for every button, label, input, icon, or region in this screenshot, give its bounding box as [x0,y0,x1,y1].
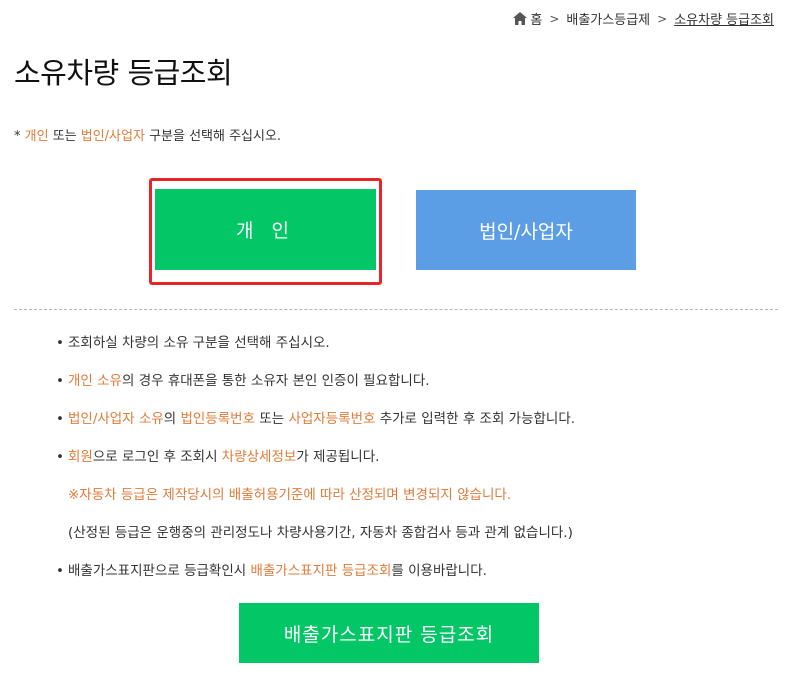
notes-list: • 조회하실 차량의 소유 구분을 선택해 주십시오. • 개인 소유의 경우 … [56,333,796,599]
home-icon [513,12,528,25]
bullet: • [56,449,64,465]
note-text: 조회하실 차량의 소유 구분을 선택해 주십시오. [68,335,330,351]
note-text: 으로 로그인 후 조회시 [92,449,222,465]
instruction-suffix: 구분을 선택해 주십시오. [144,129,282,144]
bullet: • [56,373,64,389]
note-highlight: 사업자등록번호 [288,411,376,427]
instruction-text: * 개인 또는 법인/사업자 구분을 선택해 주십시오. [14,125,281,144]
list-item: • 배출가스표지판으로 등급확인시 배출가스표지판 등급조회를 이용바랍니다. [56,561,796,599]
instruction-personal: 개인 [24,129,49,144]
list-item: • 회원으로 로그인 후 조회시 차량상세정보가 제공됩니다. [56,447,796,485]
note-subtext: (산정된 등급은 운행중의 관리정도나 차량사용기간, 자동차 종합검사 등과 … [68,525,573,541]
personal-button[interactable]: 개 인 [155,189,376,270]
note-text: 의 [163,411,181,427]
emission-sign-lookup-button[interactable]: 배출가스표지판 등급조회 [239,603,539,663]
list-item: • 조회하실 차량의 소유 구분을 선택해 주십시오. [56,333,796,371]
note-highlight: 법인등록번호 [180,411,256,427]
note-highlight: 회원 [68,449,93,465]
note-highlight: 개인 소유 [68,373,122,389]
corporate-button[interactable]: 법인/사업자 [416,190,636,270]
bullet: • [56,563,64,579]
instruction-corporate: 법인/사업자 [80,129,145,144]
divider [14,309,778,310]
note-text: 추가로 입력한 후 조회 가능합니다. [375,411,576,427]
note-highlight: 법인/사업자 소유 [68,411,164,427]
breadcrumb-separator: > [549,11,560,26]
breadcrumb-current[interactable]: 소유차량 등급조회 [674,9,774,28]
note-text: 의 경우 휴대폰을 통한 소유자 본인 인증이 필요합니다. [121,373,430,389]
note-text: 배출가스표지판으로 등급확인시 [68,563,251,579]
note-text: 또는 [255,411,289,427]
note-text: 가 제공됩니다. [296,449,380,465]
instruction-mid: 또는 [48,129,81,144]
breadcrumb-emission-grade[interactable]: 배출가스등급제 [566,9,650,28]
bullet: • [56,411,64,427]
breadcrumb-separator: > [657,11,668,26]
page-title: 소유차량 등급조회 [14,56,233,90]
breadcrumb-home-label: 홈 [530,13,543,28]
note-subtext-warning: ※자동차 등급은 제작당시의 배출허용기준에 따라 산정되며 변경되지 않습니다… [68,487,512,503]
breadcrumb: 홈 > 배출가스등급제 > 소유차량 등급조회 [513,9,774,28]
note-highlight: 차량상세정보 [221,449,297,465]
instruction-prefix: * [14,129,25,144]
breadcrumb-home[interactable]: 홈 [513,9,542,28]
list-item: • 법인/사업자 소유의 법인등록번호 또는 사업자등록번호 추가로 입력한 후… [56,409,796,447]
note-text: 를 이용바랍니다. [391,563,487,579]
note-highlight: 배출가스표지판 등급조회 [250,563,392,579]
list-item: • 개인 소유의 경우 휴대폰을 통한 소유자 본인 인증이 필요합니다. [56,371,796,409]
bullet: • [56,335,64,351]
